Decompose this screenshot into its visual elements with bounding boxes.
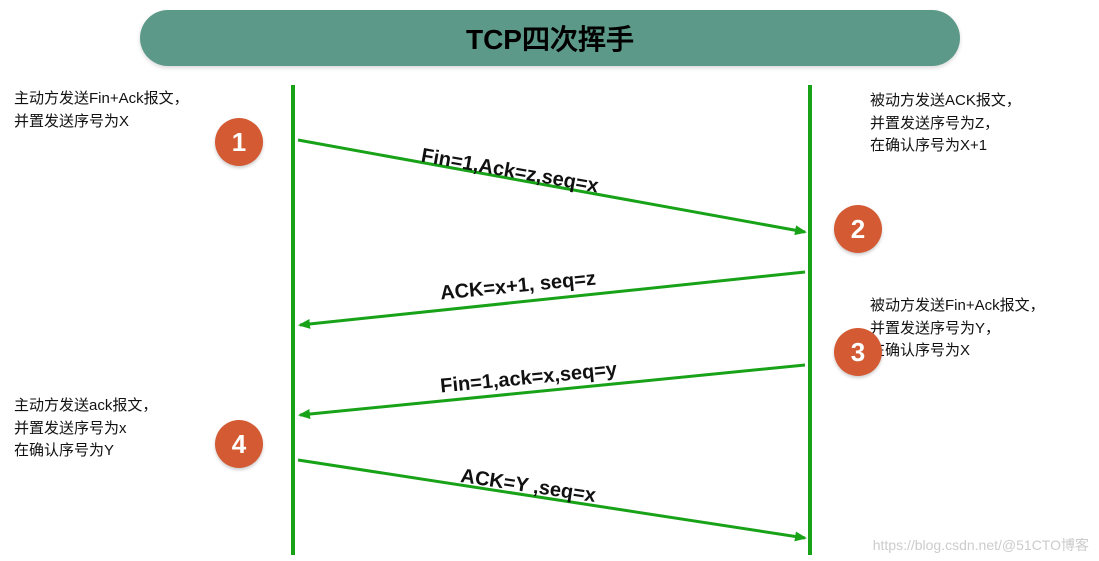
diagram-title: TCP四次挥手: [466, 18, 634, 58]
step1-badge-number: 1: [232, 127, 246, 158]
step2-badge-number: 2: [851, 214, 865, 245]
step4-badge-number: 4: [232, 429, 246, 460]
watermark-text: https://blog.csdn.net/@51CTO博客: [873, 535, 1089, 555]
message2-label: ACK=x+1, seq=z: [439, 268, 597, 306]
message3-label: Fin=1,ack=x,seq=y: [439, 359, 618, 399]
step1-description: 主动方发送Fin+Ack报文， 并置发送序号为X: [14, 88, 189, 133]
step2-description: 被动方发送ACK报文， 并置发送序号为Z， 在确认序号为X+1: [870, 90, 1021, 158]
diagram-title-pill: TCP四次挥手: [140, 10, 960, 66]
step4-badge: 4: [215, 420, 263, 468]
step4-description: 主动方发送ack报文， 并置发送序号为x 在确认序号为Y: [14, 395, 157, 463]
message1-label: Fin=1,Ack=z,seq=x: [419, 145, 600, 199]
step3-description: 被动方发送Fin+Ack报文， 并置发送序号为Y， 在确认序号为X: [870, 295, 1045, 363]
step2-badge: 2: [834, 205, 882, 253]
step3-badge: 3: [834, 328, 882, 376]
step1-badge: 1: [215, 118, 263, 166]
step3-badge-number: 3: [851, 337, 865, 368]
message4-label: ACK=Y ,seq=x: [459, 465, 597, 508]
